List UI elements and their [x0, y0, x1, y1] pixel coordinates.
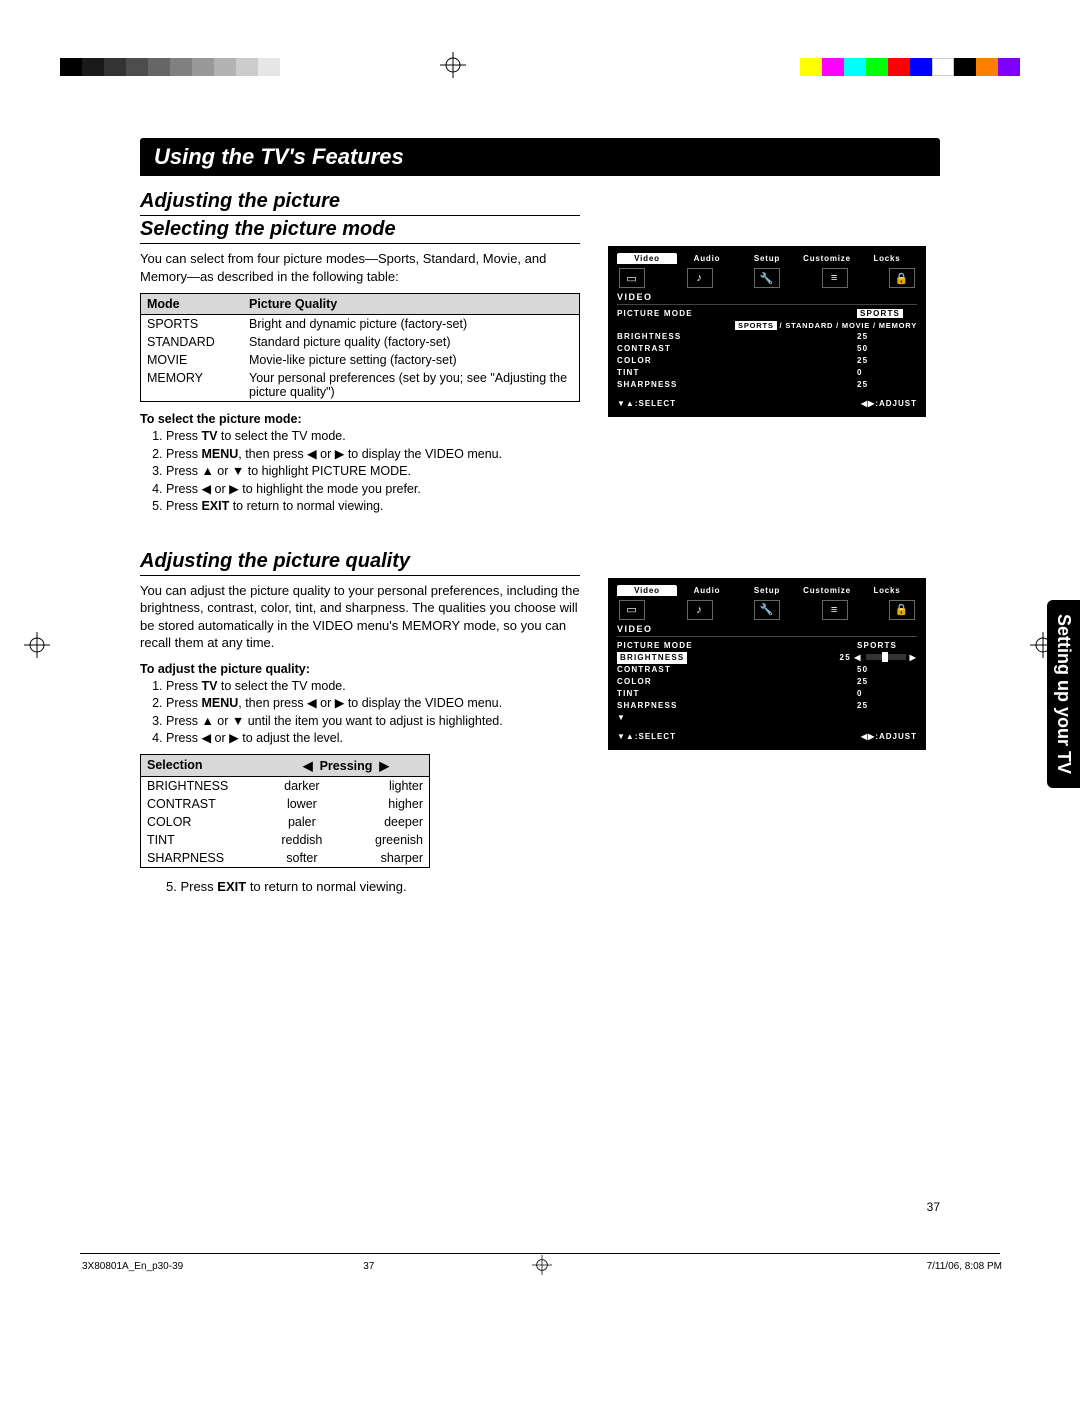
osd-tab-customize: Customize — [797, 253, 857, 264]
list-icon: ≡ — [822, 600, 848, 620]
table-row: STANDARDStandard picture quality (factor… — [141, 333, 580, 351]
footer-page: 37 — [183, 1261, 926, 1272]
table-row: SPORTSBright and dynamic picture (factor… — [141, 315, 580, 334]
final-step: 5. Press EXIT to return to normal viewin… — [166, 878, 580, 896]
selection-pressing-table: Selection ◀ Pressing ▶ BRIGHTNESSdarkerl… — [140, 754, 430, 868]
step: Press MENU, then press ◀ or ▶ to display… — [166, 446, 580, 464]
osd-menu-title: VIDEO — [617, 292, 917, 305]
step: Press EXIT to return to normal viewing. — [166, 498, 580, 516]
section-tab: Setting up your TV — [1047, 600, 1080, 788]
footer-info: 3X80801A_En_p30-39 37 7/11/06, 8:08 PM — [82, 1261, 1002, 1272]
intro-text-2: You can adjust the picture quality to yo… — [140, 582, 580, 652]
section-heading-adjusting-quality: Adjusting the picture quality — [140, 550, 580, 576]
osd-screenshot-brightness: Video Audio Setup Customize Locks ▭ ♪ 🔧 … — [608, 578, 926, 750]
step: Press TV to select the TV mode. — [166, 678, 580, 696]
list-icon: ≡ — [822, 268, 848, 288]
page-number: 37 — [927, 1200, 940, 1214]
picture-mode-table: Mode Picture Quality SPORTSBright and dy… — [140, 293, 580, 402]
registration-mark-icon — [24, 632, 50, 658]
table-row: CONTRASTlowerhigher — [141, 795, 430, 813]
step: Press ◀ or ▶ to highlight the mode you p… — [166, 481, 580, 499]
table-row: BRIGHTNESSdarkerlighter — [141, 776, 430, 795]
note-icon: ♪ — [687, 600, 713, 620]
osd-tab-audio: Audio — [677, 253, 737, 264]
lock-icon: 🔒 — [889, 268, 915, 288]
printer-color-bars — [0, 58, 1080, 76]
footer-rule — [80, 1253, 1000, 1254]
step: Press MENU, then press ◀ or ▶ to display… — [166, 695, 580, 713]
steps-list: Press TV to select the TV mode. Press ME… — [166, 428, 580, 516]
osd-tab-video: Video — [617, 585, 677, 596]
osd-screenshot-picture-mode: Video Audio Setup Customize Locks ▭ ♪ 🔧 … — [608, 246, 926, 417]
lock-icon: 🔒 — [889, 600, 915, 620]
osd-tab-setup: Setup — [737, 585, 797, 596]
tv-icon: ▭ — [619, 600, 645, 620]
table-row: COLORpalerdeeper — [141, 813, 430, 831]
table-row: SHARPNESSsoftersharper — [141, 849, 430, 868]
table-row: MEMORYYour personal preferences (set by … — [141, 369, 580, 402]
registration-mark-icon — [532, 1255, 552, 1278]
th-mode: Mode — [141, 294, 244, 315]
osd-tab-setup: Setup — [737, 253, 797, 264]
note-icon: ♪ — [687, 268, 713, 288]
wrench-icon: 🔧 — [754, 268, 780, 288]
step: Press ▲ or ▼ until the item you want to … — [166, 713, 580, 731]
th-selection: Selection — [141, 754, 264, 776]
steps-list-2: Press TV to select the TV mode. Press ME… — [166, 678, 580, 748]
osd-menu-title: VIDEO — [617, 624, 917, 637]
th-pressing: ◀ Pressing ▶ — [263, 754, 430, 776]
osd-tab-video: Video — [617, 253, 677, 264]
footer-file: 3X80801A_En_p30-39 — [82, 1261, 183, 1272]
step: Press ▲ or ▼ to highlight PICTURE MODE. — [166, 463, 580, 481]
instruction-heading: To select the picture mode: — [140, 412, 580, 426]
intro-text: You can select from four picture modes—S… — [140, 250, 580, 285]
tv-icon: ▭ — [619, 268, 645, 288]
table-row: MOVIEMovie-like picture setting (factory… — [141, 351, 580, 369]
osd-tab-customize: Customize — [797, 585, 857, 596]
wrench-icon: 🔧 — [754, 600, 780, 620]
instruction-heading-2: To adjust the picture quality: — [140, 662, 580, 676]
osd-tab-locks: Locks — [857, 253, 917, 264]
section-heading-adjusting-picture: Adjusting the picture — [140, 190, 580, 216]
step: Press ◀ or ▶ to adjust the level. — [166, 730, 580, 748]
section-heading-selecting-mode: Selecting the picture mode — [140, 218, 580, 244]
osd-tab-locks: Locks — [857, 585, 917, 596]
osd-tab-audio: Audio — [677, 585, 737, 596]
registration-mark-icon — [440, 52, 466, 78]
table-row: TINTreddishgreenish — [141, 831, 430, 849]
step: Press TV to select the TV mode. — [166, 428, 580, 446]
th-quality: Picture Quality — [243, 294, 580, 315]
footer-date: 7/11/06, 8:08 PM — [927, 1261, 1002, 1272]
chapter-title: Using the TV's Features — [140, 138, 940, 176]
